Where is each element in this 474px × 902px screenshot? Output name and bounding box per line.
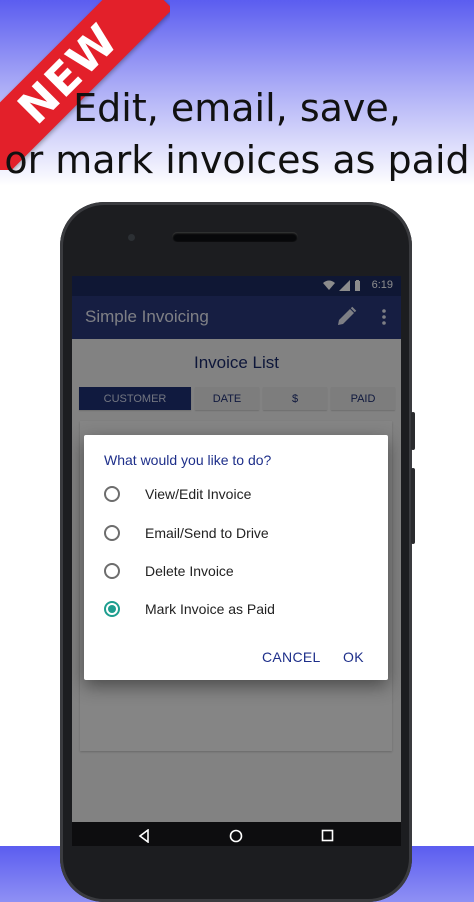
radio-view-edit[interactable] <box>104 486 120 502</box>
volume-button <box>411 468 415 544</box>
radio-mark-paid[interactable] <box>104 601 120 617</box>
power-button <box>411 412 415 450</box>
recents-icon[interactable] <box>321 829 334 842</box>
earpiece-speaker <box>172 232 298 242</box>
option-email-send[interactable]: Email/Send to Drive <box>104 521 269 545</box>
headline-line-1: Edit, email, save, <box>73 86 401 130</box>
front-camera <box>128 234 135 241</box>
cancel-button[interactable]: CANCEL <box>262 649 321 665</box>
option-label: Email/Send to Drive <box>145 525 269 541</box>
option-delete[interactable]: Delete Invoice <box>104 559 234 583</box>
phone-screen: 6:19 Simple Invoicing Invoice List CUSTO… <box>72 276 401 846</box>
radio-delete[interactable] <box>104 563 120 579</box>
promo-headline: Edit, email, save, or mark invoices as p… <box>0 82 474 186</box>
action-dialog: What would you like to do? View/Edit Inv… <box>84 435 388 680</box>
option-view-edit[interactable]: View/Edit Invoice <box>104 482 251 506</box>
radio-email-send[interactable] <box>104 525 120 541</box>
home-icon[interactable] <box>229 829 243 843</box>
ok-button[interactable]: OK <box>343 649 364 665</box>
dialog-title: What would you like to do? <box>104 452 272 468</box>
headline-line-2: or mark invoices as paid <box>4 138 470 182</box>
option-label: Delete Invoice <box>145 563 234 579</box>
option-label: Mark Invoice as Paid <box>145 601 275 617</box>
option-mark-paid[interactable]: Mark Invoice as Paid <box>104 597 275 621</box>
back-icon[interactable] <box>138 829 150 843</box>
option-label: View/Edit Invoice <box>145 486 252 502</box>
nav-bar <box>72 822 401 846</box>
